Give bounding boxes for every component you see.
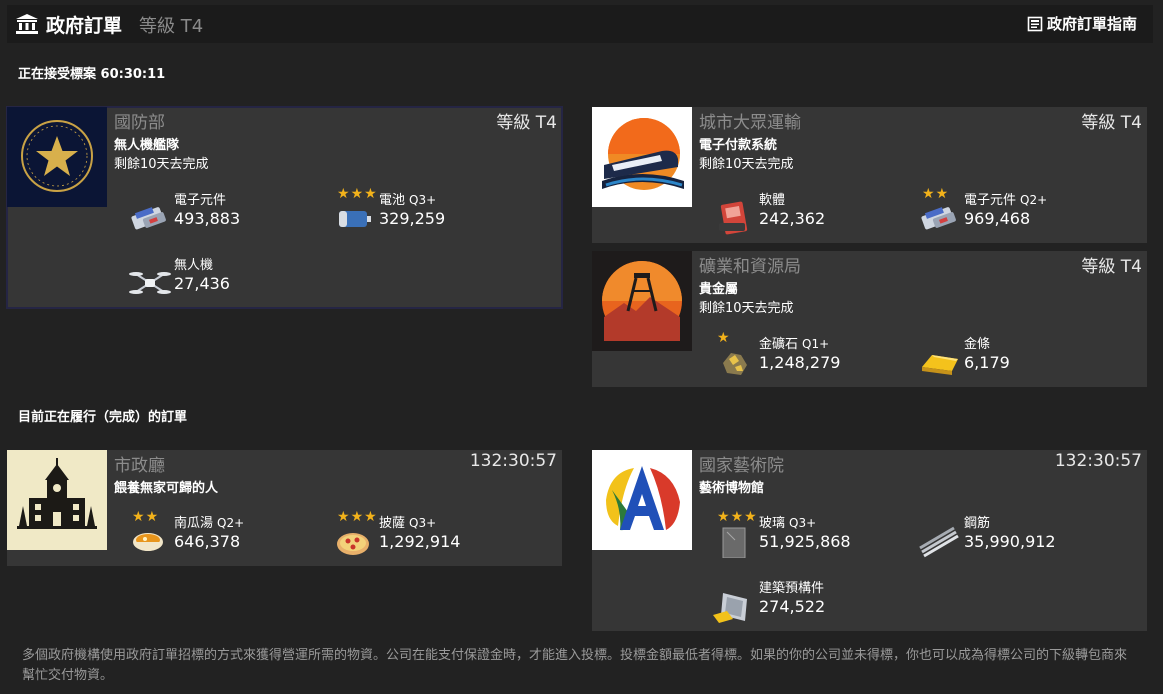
train-icon [592,107,692,207]
project-name: 貴金屬 [699,282,739,297]
star-seal-icon [7,107,107,207]
resource-battery[interactable]: ★ ★ ★ 電池 Q3+ 329,259 [333,187,533,235]
agency-name: 市政廳 [114,456,165,476]
time-remaining: 剩餘10天去完成 [699,157,794,172]
mining-logo [592,251,692,351]
resource-qty: 274,522 [759,597,826,616]
resource-qty: 6,179 [964,353,1010,372]
art-a-icon [592,450,692,550]
glass-icon [722,527,746,558]
resource-qty: 646,378 [174,532,241,551]
top-bar: 政府訂單 等級 T4 政府訂單指南 [7,5,1153,43]
time-remaining: 剩餘10天去完成 [114,157,209,172]
resource-qty: 27,436 [174,274,230,293]
software-icon [719,201,748,235]
order-level: 等級 T4 [496,113,557,133]
resource-name: 金條 [964,337,991,352]
resource-name: 金礦石 Q1+ [759,337,830,352]
resource-name: 電池 Q3+ [379,193,437,208]
bidding-label: 正在接受標案 60:30:11 [18,67,166,82]
resource-rebar[interactable]: 鋼筋 35,990,912 [918,512,1118,558]
resource-qty: 329,259 [379,209,446,228]
resource-qty: 969,468 [964,209,1031,228]
battery-icon [339,211,371,227]
government-building-icon [16,14,38,34]
project-name: 電子付款系統 [699,138,778,153]
mine-tower-icon [592,251,692,351]
order-timer: 132:30:57 [1054,451,1142,471]
gold-bar-icon [922,355,958,375]
project-name: 餵養無家可歸的人 [114,481,219,496]
agency-name: 國家藝術院 [699,456,784,476]
resource-glass[interactable]: ★ ★ ★ 玻璃 Q3+ 51,925,868 [713,510,913,558]
order-level: 等級 T4 [1081,257,1142,277]
time-remaining: 剩餘10天去完成 [699,301,794,316]
resource-name: 南瓜湯 Q2+ [174,516,245,531]
resource-name: 軟體 [759,193,786,208]
order-card-defense[interactable]: 國防部 等級 T4 無人機艦隊 剩餘10天去完成 電子元件 493,883 ★ ★… [6,106,563,309]
resource-qty: 1,248,279 [759,353,841,372]
resource-pumpkin-soup[interactable]: ★ ★ 南瓜湯 Q2+ 646,378 [128,510,328,558]
resource-software[interactable]: 軟體 242,362 [713,189,913,235]
guide-label: 政府訂單指南 [1046,15,1137,33]
page-title: 政府訂單 [46,15,123,37]
guide-button[interactable]: 政府訂單指南 [1027,13,1137,34]
resource-electronic-components[interactable]: 電子元件 493,883 [128,189,328,235]
electronic-components-icon [131,207,166,230]
resource-qty: 242,362 [759,209,826,228]
arts-logo [592,450,692,550]
rebar-icon [919,526,959,558]
order-card-mining[interactable]: 礦業和資源局 等級 T4 貴金屬 剩餘10天去完成 ★ 金礦石 Q1+ 1,248… [592,251,1147,387]
agency-name: 城市大眾運輸 [699,113,801,133]
drone-icon [129,272,171,294]
city-hall-icon [7,450,107,550]
page-tier: 等級 T4 [139,16,204,37]
resource-qty: 35,990,912 [964,532,1056,551]
resource-qty: 493,883 [174,209,241,228]
order-card-city-hall[interactable]: 市政廳 132:30:57 餵養無家可歸的人 ★ ★ 南瓜湯 Q2+ 646,378… [7,450,562,566]
city-hall-logo [7,450,107,550]
resource-prefab-panels[interactable]: 建築預構件 274,522 [713,577,913,623]
order-card-transit[interactable]: 城市大眾運輸 等級 T4 電子付款系統 剩餘10天去完成 軟體 242,362 … [592,107,1147,243]
resource-name: 鋼筋 [964,516,991,531]
agency-name: 國防部 [114,113,165,133]
agency-name: 礦業和資源局 [699,257,801,277]
resource-pizza[interactable]: ★ ★ ★ 披薩 Q3+ 1,292,914 [333,510,533,558]
resource-gold-ore[interactable]: ★ 金礦石 Q1+ 1,248,279 [713,331,913,379]
resource-name: 無人機 [174,258,214,273]
resource-name: 披薩 Q3+ [379,516,437,531]
project-name: 藝術博物館 [699,481,765,496]
order-card-arts[interactable]: 國家藝術院 132:30:57 藝術博物館 ★ ★ ★ 玻璃 Q3+ 51,925,8… [592,450,1147,631]
resource-qty: 1,292,914 [379,532,461,551]
resource-drone[interactable]: 無人機 27,436 [128,254,328,300]
footer-description: 多個政府機構使用政府訂單招標的方式來獲得營運所需的物資。公司在能支付保證金時，才… [22,648,1128,683]
resource-name: 建築預構件 [759,581,825,596]
defense-logo [7,107,107,207]
resource-gold-bar[interactable]: 金條 6,179 [918,333,1118,379]
order-timer: 132:30:57 [469,451,557,471]
order-level: 等級 T4 [1081,113,1142,133]
book-icon [1027,16,1043,31]
gold-ore-icon [723,353,747,375]
resource-name: 電子元件 Q2+ [964,193,1048,208]
electronic-components-icon [921,207,956,230]
resource-name: 玻璃 Q3+ [759,516,817,531]
resource-qty: 51,925,868 [759,532,851,551]
active-label: 目前正在履行（完成）的訂單 [18,410,188,425]
pumpkin-soup-icon [133,533,163,551]
resource-electronic-components[interactable]: ★ ★ 電子元件 Q2+ 969,468 [918,187,1118,235]
pizza-icon [337,533,369,555]
project-name: 無人機艦隊 [114,138,180,153]
resource-name: 電子元件 [174,193,227,208]
prefab-panels-icon [713,593,747,623]
transit-logo [592,107,692,207]
